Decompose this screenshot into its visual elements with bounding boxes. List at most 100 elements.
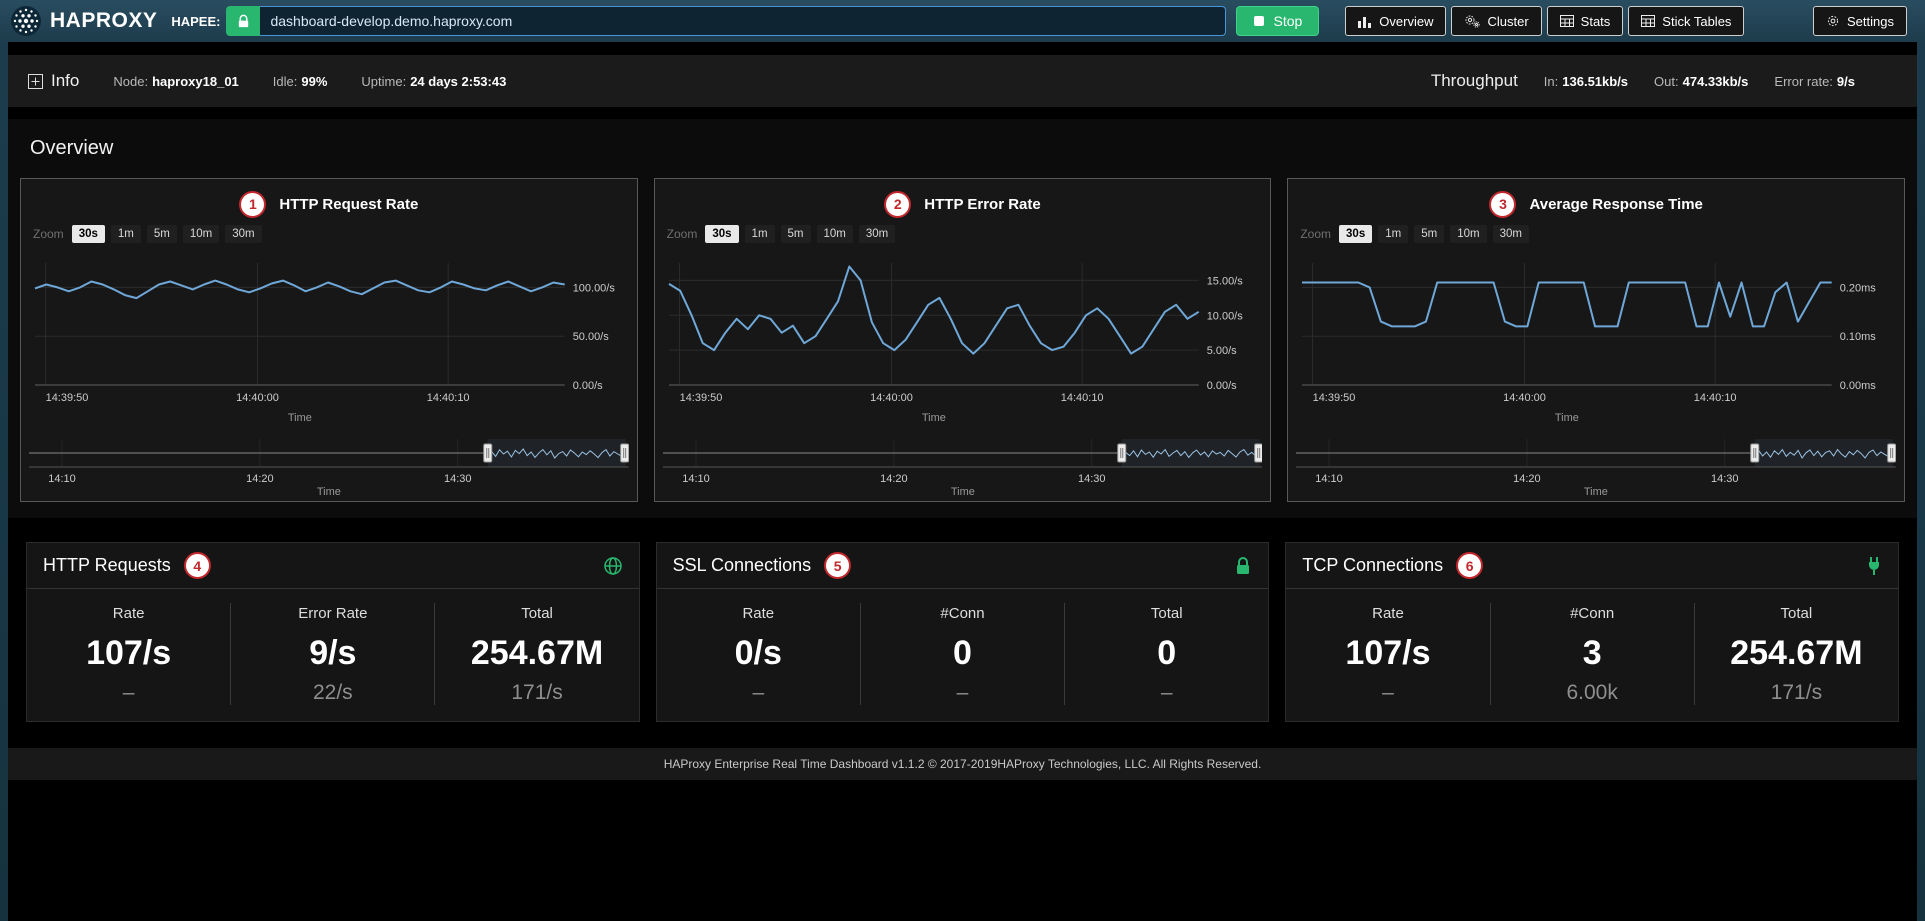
navigator-axis-title: Time <box>951 486 975 497</box>
gears-icon <box>1464 14 1480 28</box>
footer-text: HAProxy Enterprise Real Time Dashboard v… <box>664 757 1262 771</box>
chart-navigator[interactable]: 14:10 14:20 14:30 Time <box>663 437 1263 497</box>
zoom-controls: Zoom 30s 1m 5m 10m 30m <box>1300 223 1896 245</box>
navigator-tick-label: 14:30 <box>444 473 471 485</box>
avg-response-time-panel: 3 Average Response Time Zoom30s1m5m10m30… <box>1287 178 1905 502</box>
zoom-button-1m[interactable]: 1m <box>111 225 141 243</box>
panel-badge: 3 <box>1489 191 1516 218</box>
x-tick-label: 14:39:50 <box>679 392 722 404</box>
hapee-label: HAPEE: <box>171 14 220 29</box>
series-line <box>669 267 1199 354</box>
navigator-tick-label: 14:30 <box>1078 473 1105 485</box>
zoom-button-5m[interactable]: 5m <box>781 225 811 243</box>
nav-button-cluster[interactable]: Cluster <box>1451 6 1541 36</box>
navigator-handle[interactable] <box>1751 444 1759 462</box>
stat-total: Total 254.67M 171/s <box>435 603 638 705</box>
zoom-button-30m[interactable]: 30m <box>1493 225 1529 243</box>
card-title: TCP Connections <box>1302 555 1443 576</box>
navigator-handle[interactable] <box>621 444 629 462</box>
x-tick-label: 14:40:00 <box>236 392 279 404</box>
nav-label-cluster: Cluster <box>1487 14 1528 29</box>
y-tick-label: 0.20ms <box>1840 282 1877 294</box>
nav-button-overview[interactable]: Overview <box>1345 6 1446 36</box>
x-tick-label: 14:39:50 <box>1313 392 1356 404</box>
nav-label-stick-tables: Stick Tables <box>1662 14 1731 29</box>
avg-response-time-chart: 0.00ms0.10ms0.20ms14:39:5014:40:0014:40:… <box>1296 253 1896 431</box>
zoom-button-30s[interactable]: 30s <box>1339 225 1372 243</box>
zoom-label: Zoom <box>1300 227 1331 241</box>
ssl-connections-card: SSL Connections 5 Rate 0/s – #Conn 0 – <box>656 542 1270 722</box>
zoom-button-30s[interactable]: 30s <box>705 225 738 243</box>
table-icon <box>1641 15 1655 27</box>
navigator-axis-title: Time <box>317 486 341 497</box>
info-left: Info Node:haproxy18_01 Idle:99% Uptime:2… <box>28 71 506 91</box>
navigator-handle[interactable] <box>1254 444 1262 462</box>
zoom-button-30m[interactable]: 30m <box>859 225 895 243</box>
y-tick-label: 0.00/s <box>1206 380 1236 392</box>
x-tick-label: 14:39:50 <box>46 392 89 404</box>
zoom-button-30s[interactable]: 30s <box>72 225 105 243</box>
zoom-button-5m[interactable]: 5m <box>147 225 177 243</box>
zoom-button-10m[interactable]: 10m <box>183 225 219 243</box>
settings-button[interactable]: Settings <box>1813 6 1907 36</box>
brand: HAPROXY <box>10 5 157 37</box>
page-body: Info Node:haproxy18_01 Idle:99% Uptime:2… <box>8 42 1917 921</box>
zoom-button-1m[interactable]: 1m <box>745 225 775 243</box>
navigator-tick-label: 14:10 <box>48 473 75 485</box>
stat-rate: Rate 107/s – <box>27 603 231 705</box>
info-expand-toggle[interactable]: Info <box>28 71 79 91</box>
panel-badge: 2 <box>884 191 911 218</box>
stat-total: Total 0 – <box>1065 603 1268 705</box>
stat-total: Total 254.67M 171/s <box>1695 603 1898 705</box>
table-icon <box>1560 15 1574 27</box>
main-nav: Overview Cluster Stats <box>1345 6 1744 36</box>
chart-navigator[interactable]: 14:1014:2014:30Time <box>1296 437 1896 497</box>
zoom-button-5m[interactable]: 5m <box>1414 225 1444 243</box>
y-tick-label: 100.00/s <box>573 282 616 294</box>
navigator-handle[interactable] <box>1888 444 1896 462</box>
http-error-rate-panel: 2 HTTP Error Rate Zoom30s1m5m10m30m 0.00… <box>654 178 1272 502</box>
url-group <box>226 6 1226 36</box>
zoom-button-30m[interactable]: 30m <box>225 225 261 243</box>
x-tick-label: 14:40:00 <box>1503 392 1546 404</box>
navigator-tick-label: 14:10 <box>682 473 709 485</box>
card-title: SSL Connections <box>673 555 811 576</box>
settings-label: Settings <box>1847 14 1894 29</box>
footer: HAProxy Enterprise Real Time Dashboard v… <box>8 748 1917 780</box>
url-input[interactable] <box>260 6 1226 36</box>
nav-button-stats[interactable]: Stats <box>1547 6 1624 36</box>
card-body: Rate 107/s – Error Rate 9/s 22/s Total 2… <box>27 589 639 721</box>
navigator-handle[interactable] <box>1117 444 1125 462</box>
y-tick-label: 5.00/s <box>1206 345 1236 357</box>
zoom-label: Zoom <box>33 227 64 241</box>
stop-button[interactable]: Stop <box>1236 6 1319 36</box>
card-title: HTTP Requests <box>43 555 171 576</box>
expand-icon <box>28 74 43 89</box>
navigator-tick-label: 14:30 <box>1711 473 1738 485</box>
lock-icon <box>236 14 251 29</box>
nav-button-stick-tables[interactable]: Stick Tables <box>1628 6 1744 36</box>
ssl-lock-addon <box>226 6 260 36</box>
zoom-button-10m[interactable]: 10m <box>1450 225 1486 243</box>
chart-navigator[interactable]: 14:10 14:20 14:30 Time <box>29 437 629 497</box>
node-field: Node:haproxy18_01 <box>113 74 238 89</box>
lock-icon <box>1234 556 1252 576</box>
panel-header: 2 HTTP Error Rate <box>663 185 1263 223</box>
navigator-tick-label: 14:20 <box>880 473 907 485</box>
navigator-tick-label: 14:20 <box>246 473 273 485</box>
navigator-tick-label: 14:10 <box>1316 473 1343 485</box>
overview-section: Overview 1 HTTP Request Rate Zoom30s1m5m… <box>8 119 1917 518</box>
series-line <box>1302 283 1832 327</box>
http-request-rate-panel: 1 HTTP Request Rate Zoom30s1m5m10m30m 0.… <box>20 178 638 502</box>
stop-button-label: Stop <box>1273 13 1302 29</box>
info-bar: Info Node:haproxy18_01 Idle:99% Uptime:2… <box>8 55 1917 107</box>
brand-name: HAPROXY <box>50 9 157 33</box>
navigator-handle[interactable] <box>484 444 492 462</box>
section-title: Overview <box>30 137 1905 160</box>
zoom-button-10m[interactable]: 10m <box>817 225 853 243</box>
panel-title: HTTP Error Rate <box>924 196 1040 213</box>
stat-error-rate: Error Rate 9/s 22/s <box>231 603 435 705</box>
zoom-controls: Zoom30s1m5m10m30m <box>667 223 1263 245</box>
zoom-button-1m[interactable]: 1m <box>1378 225 1408 243</box>
charts-row: 1 HTTP Request Rate Zoom30s1m5m10m30m 0.… <box>20 178 1905 502</box>
